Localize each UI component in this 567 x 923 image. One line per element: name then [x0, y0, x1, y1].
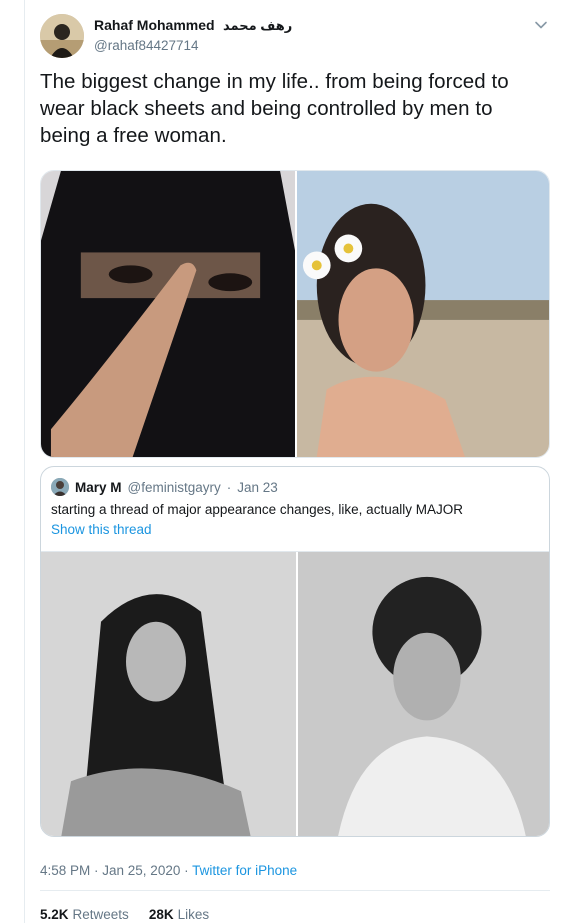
quoted-tweet[interactable]: Mary M @feministgayry · Jan 23 starting … [40, 466, 550, 837]
author-handle[interactable]: @rahaf84427714 [94, 37, 292, 55]
author-arabic-name[interactable]: رهف محمد [223, 18, 292, 33]
quoted-separator: · [226, 479, 232, 495]
quoted-display-name: Mary M [75, 479, 122, 495]
tweet-header: Rahaf Mohammed رهف محمد @rahaf84427714 [40, 14, 550, 60]
author-display-name[interactable]: Rahaf Mohammed [94, 17, 215, 33]
tweet-text: The biggest change in my life.. from bei… [40, 70, 509, 147]
tweet-timestamp: 4:58 PM · Jan 25, 2020 · Twitter for iPh… [40, 862, 297, 880]
photo-bw-short-hair [296, 552, 549, 836]
chevron-down-icon[interactable] [532, 16, 550, 34]
likes-stat[interactable]: 28K Likes [149, 906, 209, 923]
photo-niqab[interactable] [41, 171, 295, 457]
quoted-media [41, 551, 549, 836]
likes-count: 28K [148, 907, 174, 922]
quoted-header: Mary M @feministgayry · Jan 23 [51, 477, 278, 497]
divider [40, 890, 550, 891]
show-thread-link[interactable]: Show this thread [51, 521, 152, 539]
quoted-date: Jan 23 [237, 479, 278, 495]
tweet-stats: 5.2K Retweets 28K Likes [40, 906, 209, 923]
photo-bw-long-hair [41, 552, 296, 836]
likes-label: Likes [177, 907, 210, 922]
author-avatar[interactable] [40, 14, 84, 58]
retweets-count: 5.2K [40, 907, 69, 922]
retweets-label: Retweets [72, 907, 129, 922]
photo-outdoor[interactable] [295, 171, 549, 457]
tweet-time-date[interactable]: 4:58 PM · Jan 25, 2020 · [40, 863, 192, 878]
quoted-avatar [51, 478, 69, 496]
author-names: Rahaf Mohammed رهف محمد @rahaf84427714 [94, 16, 292, 55]
retweets-stat[interactable]: 5.2K Retweets [40, 906, 129, 923]
quoted-handle: @feministgayry [127, 479, 221, 495]
quoted-text: starting a thread of major appearance ch… [51, 502, 463, 517]
tweet-source-link[interactable]: Twitter for iPhone [192, 863, 297, 878]
tweet-media [40, 170, 550, 458]
